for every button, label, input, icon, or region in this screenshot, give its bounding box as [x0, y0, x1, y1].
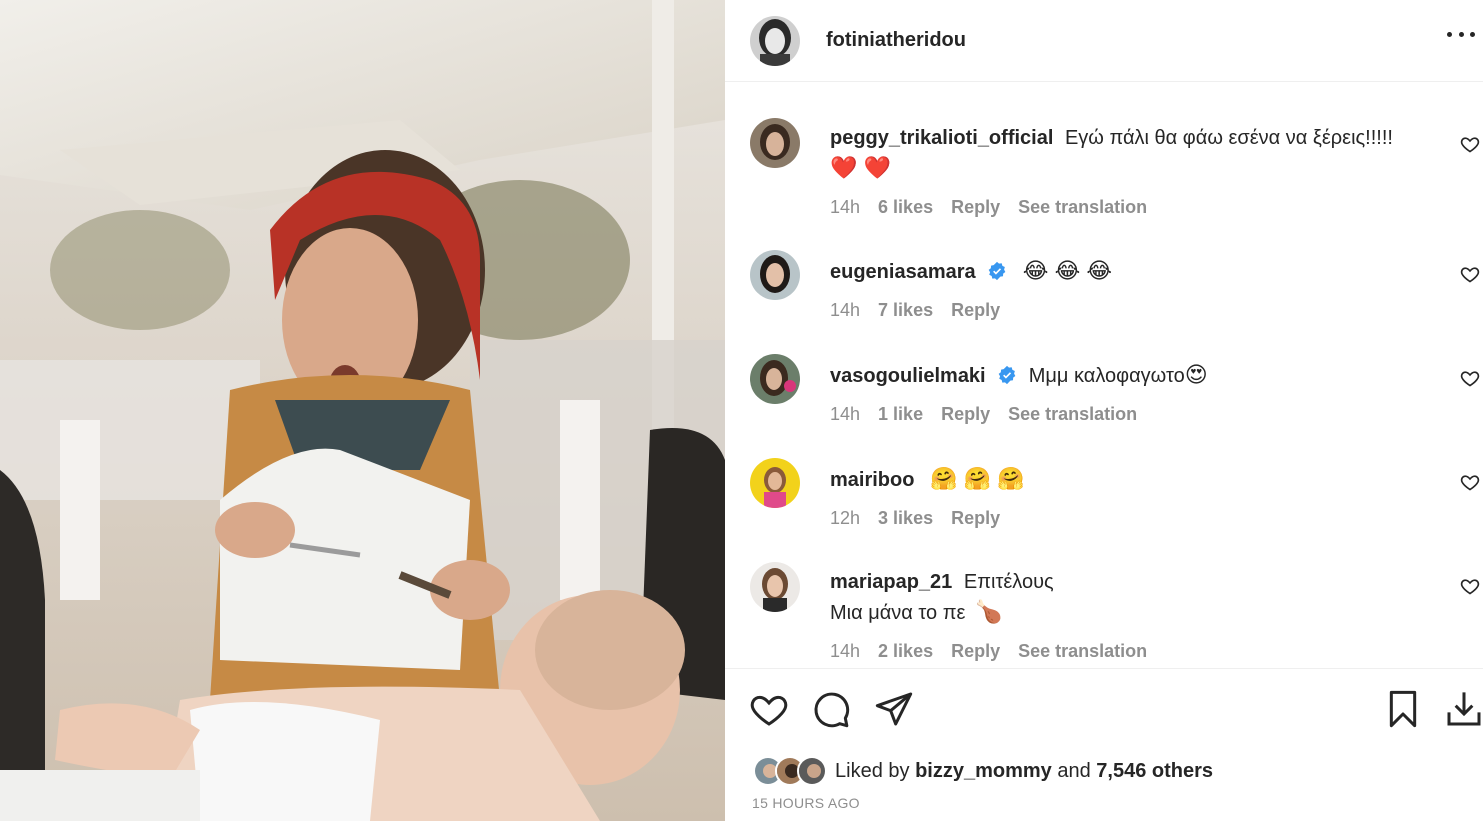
comment-likes[interactable]: 2 likes	[878, 641, 933, 662]
comment-text: Επιτέλους	[963, 571, 1054, 593]
comment-username[interactable]: peggy_trikalioti_official	[830, 127, 1053, 149]
comment-username[interactable]: eugeniasamara	[830, 261, 976, 283]
comment-time[interactable]: 14h	[830, 197, 860, 218]
comment-time[interactable]: 12h	[830, 508, 860, 529]
comment-text: Μμμ καλοφαγωτο	[1028, 365, 1185, 387]
liker-avatar[interactable]	[797, 756, 827, 786]
comment-likes[interactable]: 7 likes	[878, 300, 933, 321]
comment-avatar[interactable]	[750, 562, 800, 612]
see-translation-button[interactable]: See translation	[1018, 641, 1147, 662]
post-header: fotiniatheridou	[725, 0, 1483, 82]
comment-time[interactable]: 14h	[830, 404, 860, 425]
comment-emoji: 😍	[1184, 362, 1208, 387]
download-icon[interactable]	[1444, 689, 1483, 729]
see-translation-button[interactable]: See translation	[1018, 197, 1147, 218]
comment-avatar[interactable]	[750, 354, 800, 404]
author-avatar[interactable]	[750, 15, 800, 66]
bookmark-icon[interactable]	[1383, 689, 1423, 729]
comment-emoji: 🤗 🤗 🤗	[930, 466, 1025, 491]
share-icon[interactable]	[874, 689, 914, 729]
more-icon[interactable]	[1447, 24, 1475, 44]
reply-button[interactable]: Reply	[941, 404, 990, 425]
comment-emoji: 🍗	[975, 599, 1003, 624]
comment-likes[interactable]: 3 likes	[878, 508, 933, 529]
liked-and: and	[1057, 759, 1091, 782]
comment-likes[interactable]: 1 like	[878, 404, 923, 425]
comment-avatar[interactable]	[750, 458, 800, 508]
comments-list: peggy_trikalioti_official Εγώ πάλι θα φά…	[725, 100, 1483, 668]
heart-icon[interactable]	[749, 689, 789, 729]
post-timestamp[interactable]: 15 HOURS AGO	[752, 795, 860, 811]
reply-button[interactable]: Reply	[951, 197, 1000, 218]
comment-avatar[interactable]	[750, 250, 800, 300]
comment-username[interactable]: mairiboo	[830, 469, 914, 491]
comment-time[interactable]: 14h	[830, 300, 860, 321]
heart-icon[interactable]	[1460, 368, 1480, 388]
comment-avatar[interactable]	[750, 118, 800, 168]
likes-text: Liked by bizzy_mommy and 7,546 others	[835, 760, 1213, 783]
comment-username[interactable]: vasogoulielmaki	[830, 365, 986, 387]
comment-icon[interactable]	[811, 689, 851, 729]
comment-emoji: 😂 😂 😂	[1022, 258, 1113, 283]
comment-likes[interactable]: 6 likes	[878, 197, 933, 218]
author-username[interactable]: fotiniatheridou	[826, 29, 966, 52]
heart-icon[interactable]	[1460, 472, 1480, 492]
verified-badge-icon	[988, 261, 1006, 281]
heart-icon[interactable]	[1460, 264, 1480, 284]
post-details-panel: fotiniatheridou peggy_trikalioti_officia…	[725, 0, 1483, 821]
heart-icon[interactable]	[1460, 576, 1480, 596]
comment-username[interactable]: mariapap_21	[830, 571, 952, 593]
reply-button[interactable]: Reply	[951, 300, 1000, 321]
reply-button[interactable]: Reply	[951, 641, 1000, 662]
reply-button[interactable]: Reply	[951, 508, 1000, 529]
see-translation-button[interactable]: See translation	[1008, 404, 1137, 425]
verified-badge-icon	[998, 365, 1016, 385]
comment-text-line2: Μια μάνα το πε	[830, 602, 966, 624]
post-photo-illustration	[0, 0, 725, 821]
likes-summary: Liked by bizzy_mommy and 7,546 others	[753, 756, 1213, 786]
comment-emoji: ❤️ ❤️	[830, 155, 891, 180]
liked-by-user[interactable]: bizzy_mommy	[915, 760, 1052, 782]
heart-icon[interactable]	[1460, 134, 1480, 154]
post-photo	[0, 0, 725, 821]
post-actions-bar	[725, 668, 1483, 728]
comment-time[interactable]: 14h	[830, 641, 860, 662]
comment-text: Εγώ πάλι θα φάω εσένα να ξέρεις!!!!!	[1064, 127, 1393, 149]
liked-by-label: Liked by	[835, 759, 910, 782]
liked-others-count[interactable]: 7,546 others	[1096, 760, 1213, 782]
